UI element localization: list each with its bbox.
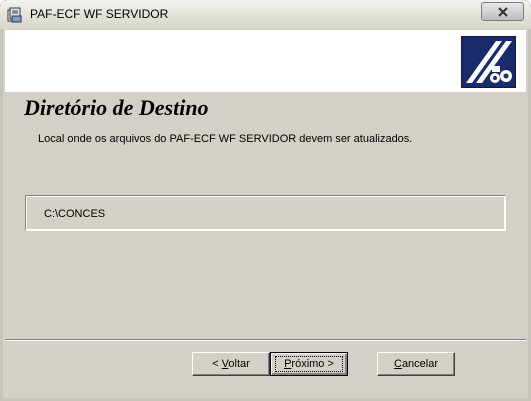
cancel-button[interactable]: Cancelar — [377, 352, 455, 376]
back-button[interactable]: < Voltar — [192, 352, 270, 376]
close-button[interactable] — [481, 2, 524, 21]
installer-window: PAF-ECF WF SERVIDOR Diretório de Destino… — [0, 0, 531, 401]
page-description: Local onde os arquivos do PAF-ECF WF SER… — [38, 133, 413, 145]
button-separator — [5, 339, 526, 341]
brand-logo — [461, 36, 516, 88]
cancel-rest: ancelar — [401, 358, 439, 370]
next-button[interactable]: Próximo > — [270, 352, 348, 376]
window-title: PAF-ECF WF SERVIDOR — [30, 7, 169, 21]
next-rest: róximo > — [291, 358, 334, 370]
next-button-label: Próximo > — [275, 356, 343, 372]
cancel-button-label: Cancelar — [394, 358, 438, 370]
page-title: Diretório de Destino — [24, 95, 209, 120]
back-prefix: < — [212, 358, 222, 370]
back-rest: oltar — [228, 358, 250, 370]
header-band — [5, 30, 526, 92]
title-bar[interactable]: PAF-ECF WF SERVIDOR — [0, 0, 531, 29]
close-icon — [497, 6, 508, 17]
installer-icon — [7, 7, 22, 23]
cancel-accel: C — [393, 358, 402, 370]
back-button-label: < Voltar — [212, 358, 250, 370]
brand-logo-graphic — [466, 41, 512, 83]
destination-path: C:\CONCES — [44, 208, 106, 220]
